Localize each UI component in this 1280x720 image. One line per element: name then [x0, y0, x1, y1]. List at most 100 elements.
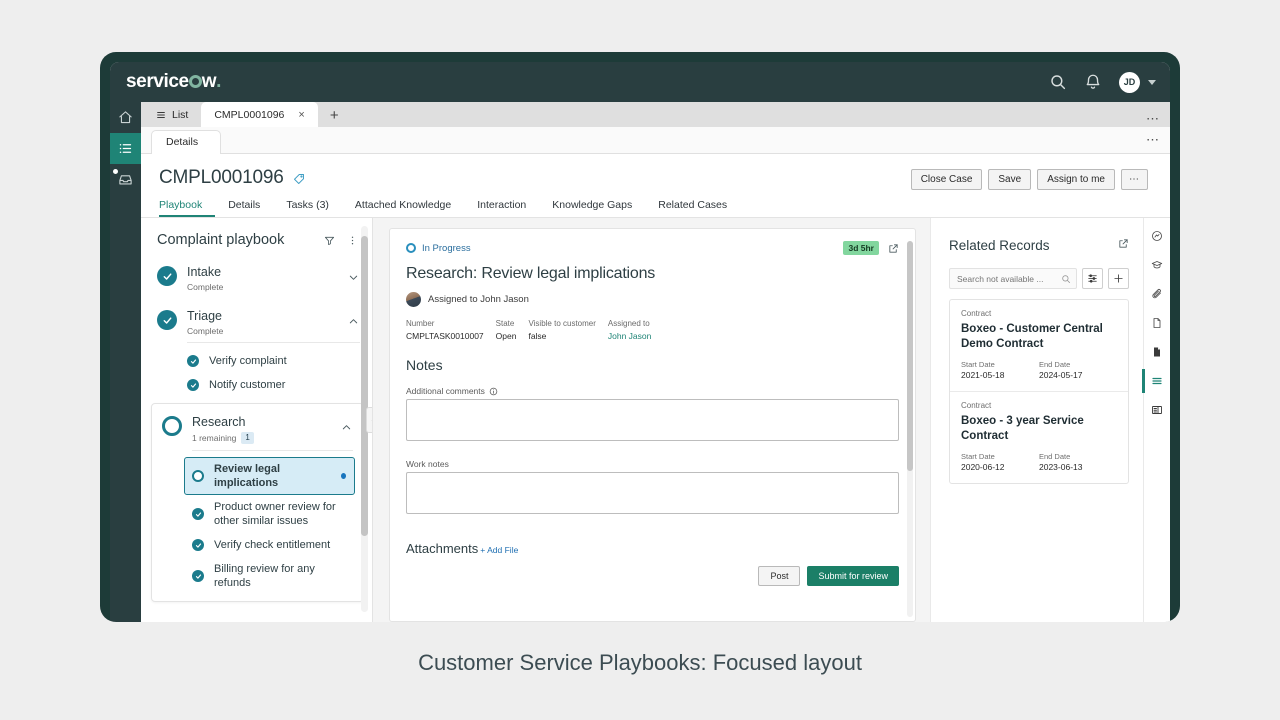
- task-product-owner-review[interactable]: Product owner review for other similar i…: [192, 495, 353, 533]
- info-icon[interactable]: [489, 387, 498, 396]
- task-verify-complaint[interactable]: Verify complaint: [187, 349, 360, 373]
- record-type: Contract: [961, 309, 1117, 318]
- add-related-record-button[interactable]: [1108, 268, 1129, 289]
- search-icon: [1061, 274, 1071, 284]
- submit-for-review-button[interactable]: Submit for review: [807, 566, 899, 586]
- collapse-panel-handle[interactable]: ‹: [366, 407, 373, 433]
- search-input[interactable]: [957, 274, 1061, 284]
- search-field[interactable]: [949, 268, 1077, 289]
- date-value: 2023-06-13: [1039, 462, 1117, 473]
- tab-playbook[interactable]: Playbook: [159, 199, 215, 217]
- task-verify-check-entitlement[interactable]: Verify check entitlement: [192, 533, 353, 557]
- playbook-title: Complaint playbook: [157, 232, 284, 248]
- task-notify-customer[interactable]: Notify customer: [187, 373, 360, 397]
- document-button[interactable]: [1145, 313, 1169, 333]
- app-body: List CMPL0001096 × + ⋯ Details ⋯ CMPL: [110, 102, 1170, 622]
- list-item[interactable]: Contract Boxeo - 3 year Service Contract…: [950, 391, 1128, 483]
- date-label: End Date: [1039, 360, 1117, 370]
- tab-related-cases[interactable]: Related Cases: [645, 199, 740, 217]
- field-number: Number CMPLTASK0010007: [406, 318, 484, 342]
- stage-intake-header[interactable]: Intake Complete: [157, 258, 360, 298]
- record-overflow-button[interactable]: ⋯: [1121, 169, 1148, 190]
- tab-strip: List CMPL0001096 × + ⋯: [141, 102, 1170, 127]
- chevron-up-icon[interactable]: [348, 314, 360, 332]
- layout-panel-button[interactable]: [1145, 400, 1169, 420]
- field-value-link[interactable]: John Jason: [608, 330, 651, 342]
- subtab-overflow-icon[interactable]: ⋯: [1146, 132, 1170, 153]
- task-label: Review legal implications: [214, 462, 331, 490]
- inbox-unread-dot: [113, 169, 118, 174]
- task-billing-review[interactable]: Billing review for any refunds: [192, 557, 353, 595]
- end-date: End Date 2023-06-13: [1039, 452, 1117, 473]
- tab-details-section[interactable]: Details: [215, 199, 273, 217]
- scrollbar-thumb[interactable]: [907, 241, 913, 471]
- list-item[interactable]: Contract Boxeo - Customer Central Demo C…: [950, 300, 1128, 391]
- add-file-link[interactable]: + Add File: [480, 545, 518, 555]
- servicenow-logo[interactable]: servicew.: [126, 71, 221, 93]
- tab-details[interactable]: Details: [151, 130, 221, 154]
- open-in-new-icon[interactable]: [1118, 236, 1129, 254]
- logo-period: .: [216, 71, 221, 93]
- notification-bell-icon[interactable]: [1084, 73, 1102, 91]
- stage-intake: Intake Complete: [157, 258, 360, 298]
- tab-attached-knowledge[interactable]: Attached Knowledge: [342, 199, 464, 217]
- task-card: In Progress 3d 5hr Research: Review lega…: [389, 228, 916, 622]
- new-tab-plus-icon[interactable]: +: [318, 105, 351, 127]
- kebab-menu-icon[interactable]: [347, 235, 358, 246]
- close-case-button[interactable]: Close Case: [911, 169, 983, 190]
- tab-knowledge-gaps[interactable]: Knowledge Gaps: [539, 199, 645, 217]
- stage-research: Research 1 remaining 1: [151, 403, 364, 602]
- stage-research-header[interactable]: Research 1 remaining 1: [162, 408, 353, 450]
- document-filled-button[interactable]: [1145, 342, 1169, 362]
- stage-triage-header[interactable]: Triage Complete: [157, 302, 360, 342]
- list-lines-icon: [1151, 375, 1163, 387]
- stage-name: Intake: [187, 265, 348, 280]
- work-notes-label: Work notes: [406, 459, 899, 469]
- field-assigned-to: Assigned to John Jason: [608, 318, 651, 342]
- playbook-header: Complaint playbook: [141, 218, 372, 258]
- chevron-up-icon[interactable]: [341, 420, 353, 438]
- task-pane-scrollbar[interactable]: [907, 241, 913, 617]
- nav-inbox-button[interactable]: [110, 164, 141, 195]
- nav-list-button[interactable]: [110, 133, 141, 164]
- graduation-cap-icon: [1151, 259, 1163, 271]
- field-value: CMPLTASK0010007: [406, 330, 484, 342]
- related-records-button[interactable]: [1145, 371, 1169, 391]
- tab-list[interactable]: List: [143, 102, 201, 127]
- avatar: [406, 292, 421, 307]
- date-value: 2024-05-17: [1039, 370, 1117, 381]
- filter-list-button[interactable]: [1082, 268, 1103, 289]
- search-icon[interactable]: [1049, 73, 1067, 91]
- avatar[interactable]: JD: [1119, 72, 1140, 93]
- context-sidebar-rail: [1143, 218, 1170, 622]
- task-label: Verify check entitlement: [214, 538, 330, 552]
- additional-comments-input[interactable]: [406, 399, 899, 441]
- knowledge-button[interactable]: [1145, 255, 1169, 275]
- close-icon[interactable]: ×: [298, 109, 304, 121]
- post-button[interactable]: Post: [758, 566, 800, 586]
- tab-tasks[interactable]: Tasks (3): [273, 199, 342, 217]
- tabstrip-overflow-icon[interactable]: ⋯: [1146, 111, 1170, 127]
- tag-icon[interactable]: [293, 172, 305, 190]
- chevron-down-icon[interactable]: [1148, 80, 1156, 85]
- tab-record[interactable]: CMPL0001096 ×: [201, 102, 318, 127]
- status-badge: In Progress: [406, 243, 471, 254]
- activity-button[interactable]: [1145, 226, 1169, 246]
- assign-to-me-button[interactable]: Assign to me: [1037, 169, 1115, 190]
- filter-icon[interactable]: [324, 235, 335, 246]
- tab-record-label: CMPL0001096: [214, 109, 284, 121]
- date-label: Start Date: [961, 452, 1039, 462]
- tab-interaction[interactable]: Interaction: [464, 199, 539, 217]
- task-active-dot: [341, 473, 346, 479]
- scrollbar-thumb[interactable]: [361, 236, 368, 536]
- field-value: false: [528, 330, 595, 342]
- chevron-down-icon[interactable]: [348, 270, 360, 288]
- nav-home-button[interactable]: [110, 102, 141, 133]
- task-review-legal-implications[interactable]: Review legal implications: [184, 457, 355, 495]
- stage-status-label: Complete: [187, 282, 223, 292]
- field-value: Open: [496, 330, 517, 342]
- open-in-new-icon[interactable]: [888, 243, 899, 254]
- save-button[interactable]: Save: [988, 169, 1031, 190]
- attachments-button[interactable]: [1145, 284, 1169, 304]
- work-notes-input[interactable]: [406, 472, 899, 514]
